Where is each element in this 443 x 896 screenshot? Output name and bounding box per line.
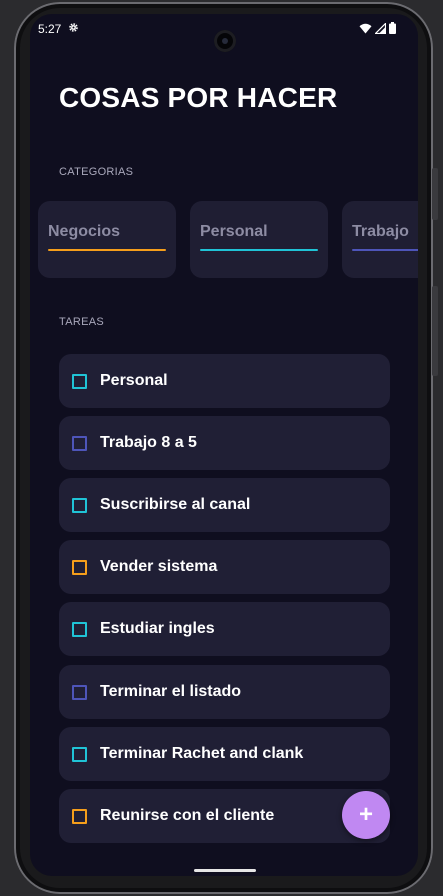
task-item[interactable]: Personal: [59, 354, 390, 408]
task-label: Reunirse con el cliente: [100, 807, 275, 824]
task-label: Trabajo 8 a 5: [100, 434, 197, 451]
category-card-personal[interactable]: Personal: [190, 201, 328, 278]
task-checkbox[interactable]: [72, 809, 87, 824]
plus-icon: +: [358, 801, 373, 828]
category-progress-bar: [48, 249, 166, 251]
cell-signal-icon: [375, 22, 386, 34]
status-icons: [359, 22, 396, 34]
settings-gear-icon: [69, 23, 78, 32]
status-time: 5:27: [38, 22, 62, 36]
battery-icon: [389, 22, 396, 34]
front-camera: [214, 30, 236, 52]
task-item[interactable]: Terminar el listado: [59, 665, 390, 719]
task-label: Terminar Rachet and clank: [100, 745, 304, 762]
task-checkbox[interactable]: [72, 560, 87, 575]
task-label: Estudiar ingles: [100, 620, 215, 637]
page-title: COSAS POR HACER: [59, 82, 338, 113]
category-card-negocios[interactable]: Negocios: [38, 201, 176, 278]
category-card-trabajo[interactable]: Trabajo: [342, 201, 418, 278]
volume-button: [432, 286, 438, 376]
category-label: Trabajo: [352, 223, 409, 240]
task-label: Vender sistema: [100, 558, 218, 575]
task-item[interactable]: Reunirse con el cliente: [59, 789, 390, 843]
task-checkbox[interactable]: [72, 747, 87, 762]
task-item[interactable]: Estudiar ingles: [59, 602, 390, 656]
category-progress-bar: [200, 249, 318, 251]
home-indicator[interactable]: [194, 869, 256, 872]
category-label: Personal: [200, 223, 268, 240]
power-button: [432, 168, 438, 220]
categories-label: CATEGORIAS: [59, 166, 134, 178]
status-bar: 5:27: [30, 14, 418, 52]
task-checkbox[interactable]: [72, 685, 87, 700]
wifi-icon: [359, 23, 372, 33]
task-label: Suscribirse al canal: [100, 496, 251, 513]
category-progress-bar: [352, 249, 418, 251]
task-label: Personal: [100, 372, 168, 389]
task-item[interactable]: Vender sistema: [59, 540, 390, 594]
task-label: Terminar el listado: [100, 683, 242, 700]
task-item[interactable]: Trabajo 8 a 5: [59, 416, 390, 470]
category-label: Negocios: [48, 223, 121, 240]
task-item[interactable]: Terminar Rachet and clank: [59, 727, 390, 781]
task-checkbox[interactable]: [72, 498, 87, 513]
task-item[interactable]: Suscribirse al canal: [59, 478, 390, 532]
task-checkbox[interactable]: [72, 374, 87, 389]
task-checkbox[interactable]: [72, 436, 87, 451]
tasks-label: TAREAS: [59, 316, 104, 328]
task-checkbox[interactable]: [72, 622, 87, 637]
app-screen: 5:27 COSAS POR HACER CATEGORIAS Negocios: [30, 14, 418, 876]
add-task-button[interactable]: +: [342, 791, 390, 839]
